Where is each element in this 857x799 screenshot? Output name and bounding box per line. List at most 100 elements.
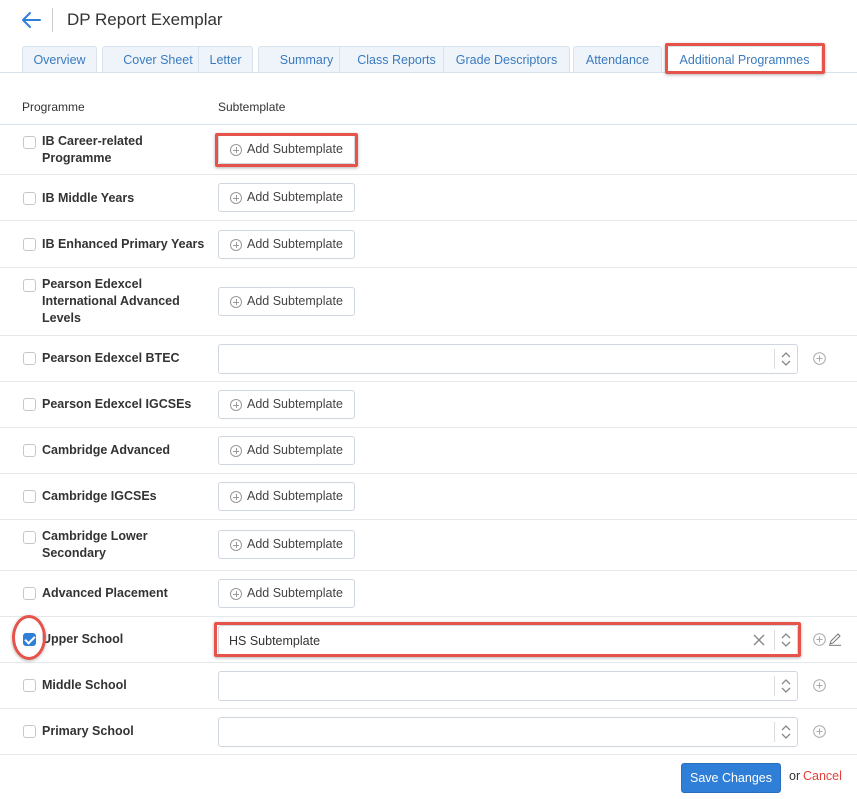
tab-overview[interactable]: Overview	[22, 46, 97, 73]
table-row: Cambridge Advanced Add Subtemplate	[0, 428, 857, 474]
table-row: Pearson Edexcel International Advanced L…	[0, 268, 857, 336]
programme-label: IB Career-related Programme	[42, 134, 143, 165]
programme-label: Pearson Edexcel IGCSEs	[42, 397, 192, 411]
add-subtemplate-label: Add Subtemplate	[247, 397, 343, 411]
programme-checkbox[interactable]	[23, 531, 36, 544]
programme-checkbox[interactable]	[23, 136, 36, 149]
add-subtemplate-button[interactable]: Add Subtemplate	[218, 482, 355, 511]
programme-label: Pearson Edexcel International Advanced L…	[42, 277, 180, 325]
programme-label: Pearson Edexcel BTEC	[42, 351, 180, 365]
subtemplate-select[interactable]	[218, 344, 798, 374]
table-row: Primary School	[0, 709, 857, 755]
up-down-chevron-icon	[781, 633, 791, 647]
programme-checkbox[interactable]	[23, 192, 36, 205]
programme-checkbox[interactable]	[23, 633, 36, 646]
programme-checkbox[interactable]	[23, 352, 36, 365]
add-subtemplate-button[interactable]: Add Subtemplate	[218, 530, 355, 559]
circle-plus-icon	[230, 588, 242, 600]
programme-checkbox[interactable]	[23, 587, 36, 600]
add-subtemplate-label: Add Subtemplate	[247, 537, 343, 551]
subtemplate-select[interactable]	[218, 671, 798, 701]
programme-label: Advanced Placement	[42, 586, 168, 600]
subtemplate-select[interactable]	[218, 717, 798, 747]
add-subtemplate-label: Add Subtemplate	[247, 489, 343, 503]
select-divider	[774, 722, 775, 742]
programme-label: Cambridge Lower Secondary	[42, 529, 148, 560]
table-row: Advanced Placement Add Subtemplate	[0, 571, 857, 617]
add-subtemplate-label: Add Subtemplate	[247, 586, 343, 600]
select-divider	[774, 630, 775, 650]
programme-checkbox[interactable]	[23, 238, 36, 251]
page-header: DP Report Exemplar	[0, 0, 857, 44]
circle-plus-icon	[230, 296, 242, 308]
circle-plus-icon	[230, 445, 242, 457]
column-header-programme: Programme	[22, 100, 85, 114]
tab-letter[interactable]: Letter	[198, 46, 253, 73]
programme-label: Primary School	[42, 724, 134, 738]
tab-attendance[interactable]: Attendance	[573, 46, 662, 73]
programme-label: Cambridge Advanced	[42, 443, 171, 457]
programme-label: Middle School	[42, 678, 127, 692]
clear-x-icon[interactable]	[752, 633, 766, 647]
save-changes-button[interactable]: Save Changes	[681, 763, 781, 793]
add-subtemplate-label: Add Subtemplate	[247, 142, 343, 156]
add-subtemplate-button[interactable]: Add Subtemplate	[218, 390, 355, 419]
table-row: Pearson Edexcel BTEC	[0, 336, 857, 382]
table-row: Upper School HS Subtemplate	[0, 617, 857, 663]
tabs-divider	[0, 72, 857, 73]
add-subtemplate-button[interactable]: Add Subtemplate	[218, 183, 355, 212]
subtemplate-select[interactable]: HS Subtemplate	[218, 625, 798, 655]
circle-plus-icon	[230, 539, 242, 551]
tab-class-reports[interactable]: Class Reports	[339, 46, 454, 73]
table-row: IB Middle Years Add Subtemplate	[0, 175, 857, 221]
programme-label: IB Enhanced Primary Years	[42, 237, 205, 251]
programme-checkbox[interactable]	[23, 279, 36, 292]
subtemplate-select-value: HS Subtemplate	[229, 634, 321, 648]
up-down-chevron-icon	[781, 679, 791, 693]
tab-additional-programmes[interactable]: Additional Programmes	[667, 46, 822, 73]
table-row: IB Enhanced Primary Years Add Subtemplat…	[0, 221, 857, 268]
programme-checkbox[interactable]	[23, 398, 36, 411]
add-subtemplate-button[interactable]: Add Subtemplate	[218, 135, 355, 164]
table-row: Cambridge Lower Secondary Add Subtemplat…	[0, 520, 857, 571]
page-title: DP Report Exemplar	[67, 10, 223, 29]
add-subtemplate-label: Add Subtemplate	[247, 294, 343, 308]
programme-label: IB Middle Years	[42, 191, 135, 205]
circle-plus-icon	[230, 192, 242, 204]
programme-label: Cambridge IGCSEs	[42, 489, 157, 503]
title-divider	[52, 8, 53, 32]
circle-plus-icon[interactable]	[813, 725, 826, 738]
table-row: Middle School	[0, 663, 857, 709]
programme-checkbox[interactable]	[23, 679, 36, 692]
pencil-edit-icon[interactable]	[828, 632, 842, 646]
add-subtemplate-button[interactable]: Add Subtemplate	[218, 230, 355, 259]
up-down-chevron-icon	[781, 725, 791, 739]
select-divider	[774, 349, 775, 369]
add-subtemplate-label: Add Subtemplate	[247, 237, 343, 251]
circle-plus-icon	[230, 399, 242, 411]
add-subtemplate-button[interactable]: Add Subtemplate	[218, 579, 355, 608]
column-header-subtemplate: Subtemplate	[218, 100, 286, 114]
table-row: Cambridge IGCSEs Add Subtemplate	[0, 474, 857, 520]
programme-label: Upper School	[42, 632, 124, 646]
circle-plus-icon	[230, 491, 242, 503]
select-divider	[774, 676, 775, 696]
programme-checkbox[interactable]	[23, 725, 36, 738]
add-subtemplate-button[interactable]: Add Subtemplate	[218, 436, 355, 465]
programme-checkbox[interactable]	[23, 444, 36, 457]
or-text: or	[789, 769, 801, 783]
circle-plus-icon	[230, 239, 242, 251]
arrow-left-icon[interactable]	[20, 10, 42, 30]
circle-plus-icon[interactable]	[813, 679, 826, 692]
programme-checkbox[interactable]	[23, 490, 36, 503]
add-subtemplate-button[interactable]: Add Subtemplate	[218, 287, 355, 316]
circle-plus-icon[interactable]	[813, 633, 826, 646]
up-down-chevron-icon	[781, 352, 791, 366]
table-row: IB Career-related Programme Add Subtempl…	[0, 125, 857, 175]
cancel-link[interactable]: Cancel	[803, 769, 842, 783]
add-subtemplate-label: Add Subtemplate	[247, 190, 343, 204]
tab-grade-descriptors[interactable]: Grade Descriptors	[443, 46, 570, 73]
add-subtemplate-label: Add Subtemplate	[247, 443, 343, 457]
table-row: Pearson Edexcel IGCSEs Add Subtemplate	[0, 382, 857, 428]
circle-plus-icon[interactable]	[813, 352, 826, 365]
